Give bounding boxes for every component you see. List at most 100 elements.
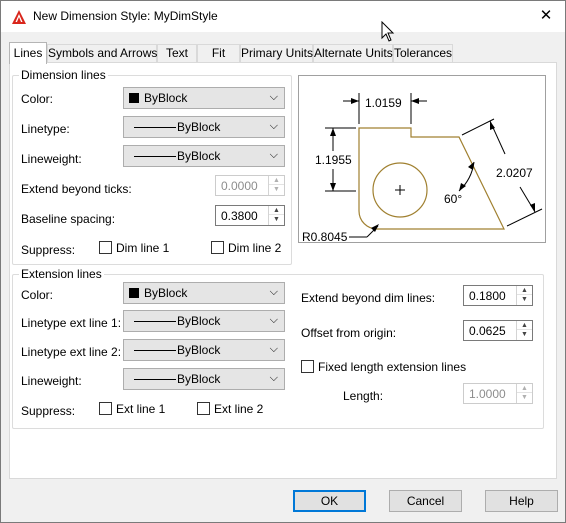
dim-linetype-label: Linetype: [21, 122, 70, 136]
length-value: 1.0000 [469, 387, 506, 401]
extend-beyond-ticks-label: Extend beyond ticks: [21, 182, 132, 196]
dim-line-1-checkbox[interactable]: Dim line 1 [99, 241, 169, 255]
ext-lineweight-label: Lineweight: [21, 374, 82, 388]
checkbox-box[interactable] [99, 241, 112, 254]
extension-lines-title: Extension lines [19, 267, 104, 281]
tab-lines[interactable]: Lines [9, 42, 47, 64]
spin-up-icon[interactable]: ▲ [269, 206, 284, 215]
dim-line-2-checkbox[interactable]: Dim line 2 [211, 241, 281, 255]
ext-color-value: ByBlock [144, 286, 188, 300]
dim-lineweight-label: Lineweight: [21, 152, 82, 166]
extend-beyond-dim-lines-spinner[interactable]: 0.1800 ▲ ▼ [463, 285, 533, 306]
extend-beyond-dim-lines-label: Extend beyond dim lines: [301, 291, 436, 305]
ext-lineweight-value: ByBlock [177, 372, 221, 386]
color-swatch [129, 93, 139, 103]
chevron-down-icon: ⌵ [269, 372, 278, 384]
help-button[interactable]: Help [485, 490, 558, 512]
spin-up-icon: ▲ [517, 384, 532, 393]
length-spinner: 1.0000 ▲ ▼ [463, 383, 533, 404]
dim-color-select[interactable]: ByBlock ⌵ [123, 87, 285, 109]
offset-from-origin-label: Offset from origin: [301, 326, 397, 340]
linetype-ext-line-2-select[interactable]: ByBlock ⌵ [123, 339, 285, 361]
linetype-ext-line-1-label: Linetype ext line 1: [21, 316, 122, 330]
linetype-ext-line-1-select[interactable]: ByBlock ⌵ [123, 310, 285, 332]
spin-up-icon[interactable]: ▲ [517, 321, 532, 330]
checkbox-box[interactable] [301, 360, 314, 373]
line-sample [134, 379, 176, 380]
ext-line-1-label: Ext line 1 [116, 402, 166, 416]
chevron-down-icon: ⌵ [269, 149, 278, 161]
dimension-preview: 1.0159 1.1955 2.0207 60° R0.8045 [298, 75, 546, 244]
close-button[interactable]: ✕ [531, 3, 561, 29]
autocad-app-icon [12, 10, 26, 24]
dim-lineweight-value: ByBlock [177, 149, 221, 163]
tab-tolerances[interactable]: Tolerances [393, 44, 453, 63]
dim-line-2-label: Dim line 2 [228, 241, 282, 255]
part-outline [358, 127, 505, 230]
checkbox-box[interactable] [211, 241, 224, 254]
tab-symbols-and-arrows[interactable]: Symbols and Arrows [47, 44, 157, 63]
baseline-spacing-spinner[interactable]: 0.3800 ▲ ▼ [215, 205, 285, 226]
dialog-window: New Dimension Style: MyDimStyle ✕ Lines … [0, 0, 566, 523]
line-sample [134, 350, 176, 351]
offset-from-origin-value: 0.0625 [469, 324, 506, 338]
offset-from-origin-spinner[interactable]: 0.0625 ▲ ▼ [463, 320, 533, 341]
baseline-spacing-label: Baseline spacing: [21, 212, 116, 226]
spin-down-icon: ▼ [521, 394, 528, 401]
angle-text: 60° [444, 192, 462, 206]
dimension-lines-title: Dimension lines [19, 68, 108, 82]
chevron-down-icon: ⌵ [269, 314, 278, 326]
ext-line-1-checkbox[interactable]: Ext line 1 [99, 402, 165, 416]
checkbox-box[interactable] [197, 402, 210, 415]
preview-drawing: 1.0159 1.1955 2.0207 60° R0.8045 [302, 93, 543, 244]
lines-tab-panel: Dimension lines Color: ByBlock ⌵ Linetyp… [9, 62, 557, 479]
length-label: Length: [343, 389, 384, 403]
title-bar: New Dimension Style: MyDimStyle ✕ [1, 1, 565, 32]
window-title: New Dimension Style: MyDimStyle [33, 9, 218, 23]
dim-color-value: ByBlock [144, 91, 188, 105]
linetype-ext-line-1-value: ByBlock [177, 314, 221, 328]
dim-suppress-label: Suppress: [21, 243, 76, 257]
dim-top-text: 1.0159 [365, 96, 402, 110]
line-sample [134, 156, 176, 157]
dim-left-text: 1.1955 [315, 153, 352, 167]
checkbox-box[interactable] [99, 402, 112, 415]
tab-fit[interactable]: Fit [197, 44, 240, 63]
chevron-down-icon: ⌵ [269, 120, 278, 132]
radius-text: R0.8045 [302, 230, 348, 242]
fixed-length-label: Fixed length extension lines [318, 360, 467, 374]
linetype-ext-line-2-label: Linetype ext line 2: [21, 345, 122, 359]
spin-up-icon[interactable]: ▲ [517, 286, 532, 295]
dim-linetype-select[interactable]: ByBlock ⌵ [123, 116, 285, 138]
cancel-button[interactable]: Cancel [389, 490, 462, 512]
ext-suppress-label: Suppress: [21, 404, 76, 418]
baseline-spacing-value: 0.3800 [221, 209, 258, 223]
ext-lineweight-select[interactable]: ByBlock ⌵ [123, 368, 285, 390]
tab-primary-units[interactable]: Primary Units [240, 44, 313, 63]
ext-line-2-checkbox[interactable]: Ext line 2 [197, 402, 263, 416]
spin-down-icon[interactable]: ▼ [517, 330, 532, 339]
line-sample [134, 127, 176, 128]
ext-line-2-label: Ext line 2 [214, 402, 264, 416]
dim-lineweight-select[interactable]: ByBlock ⌵ [123, 145, 285, 167]
spin-up-icon: ▲ [269, 176, 284, 185]
ext-color-label: Color: [21, 288, 54, 302]
dim-line-1-label: Dim line 1 [116, 241, 170, 255]
extend-beyond-dim-lines-value: 0.1800 [469, 289, 506, 303]
dim-right-text: 2.0207 [496, 166, 533, 180]
tab-alternate-units[interactable]: Alternate Units [313, 44, 393, 63]
extend-beyond-ticks-value: 0.0000 [221, 179, 258, 193]
fixed-length-checkbox[interactable]: Fixed length extension lines [301, 360, 466, 374]
extend-beyond-ticks-spinner: 0.0000 ▲ ▼ [215, 175, 285, 196]
spin-down-icon[interactable]: ▼ [517, 295, 532, 304]
tab-text[interactable]: Text [157, 44, 197, 63]
ext-color-select[interactable]: ByBlock ⌵ [123, 282, 285, 304]
mouse-cursor-icon [381, 21, 395, 42]
ok-button[interactable]: OK [293, 490, 366, 512]
color-swatch [129, 288, 139, 298]
chevron-down-icon: ⌵ [269, 343, 278, 355]
spin-down-icon: ▼ [273, 186, 280, 193]
chevron-down-icon: ⌵ [269, 286, 278, 298]
dim-linetype-value: ByBlock [177, 120, 221, 134]
spin-down-icon[interactable]: ▼ [269, 215, 284, 224]
